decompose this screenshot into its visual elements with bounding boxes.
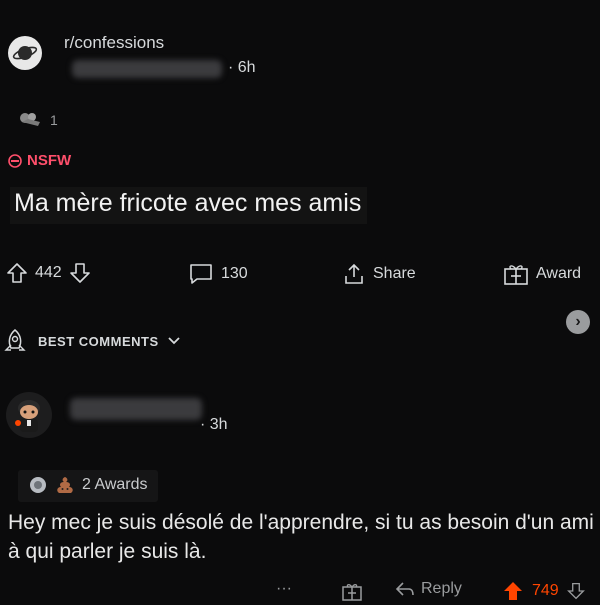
comment-time: · 3h [200, 416, 228, 433]
sort-dropdown[interactable]: BEST COMMENTS [0, 328, 181, 354]
comments-button[interactable]: 130 [188, 262, 248, 286]
next-arrow-button[interactable]: › [566, 310, 590, 334]
upvote-icon[interactable] [6, 262, 28, 284]
rocket-icon [4, 329, 26, 351]
upvote-filled-icon[interactable] [502, 580, 524, 602]
comment-icon [190, 264, 212, 284]
share-label: Share [373, 265, 416, 282]
subreddit-avatar[interactable] [8, 36, 42, 70]
award-label: Award [536, 265, 582, 282]
comment-awards[interactable]: 2 Awards [18, 470, 158, 502]
blurred-commenter-name [70, 398, 202, 420]
snoo-avatar-icon [15, 400, 40, 432]
planet-icon [12, 46, 38, 60]
commenter-avatar[interactable] [6, 392, 52, 438]
share-icon [345, 263, 363, 284]
comment-action-bar: ··· Reply 749 [0, 578, 600, 605]
reply-icon [395, 582, 414, 596]
chevron-down-icon [167, 337, 180, 345]
reply-label: Reply [421, 580, 462, 597]
award-icon [20, 113, 40, 126]
gift-icon [504, 265, 528, 285]
post-award-count: 1 [50, 112, 58, 128]
nsfw-icon [8, 153, 22, 168]
award-button[interactable]: Award [503, 262, 581, 286]
comment-count: 130 [221, 265, 248, 282]
nsfw-tag: NSFW [8, 152, 71, 169]
post-action-bar: 442 130 Share Award [0, 256, 600, 296]
gift-icon[interactable] [341, 580, 363, 602]
reply-button[interactable]: Reply [395, 580, 462, 598]
subreddit-name[interactable]: r/confessions [64, 33, 164, 53]
comment-vote-group: 749 [502, 580, 585, 602]
vote-group: 442 [6, 262, 91, 284]
upvote-count: 442 [35, 264, 62, 281]
silver-award-icon [30, 477, 46, 493]
share-button[interactable]: Share [342, 262, 416, 286]
sort-label: BEST COMMENTS [38, 333, 159, 349]
post-awards[interactable]: 1 [18, 110, 58, 130]
nsfw-label: NSFW [27, 152, 72, 169]
chevron-right-icon: › [575, 313, 581, 330]
blurred-username [72, 60, 222, 78]
downvote-icon[interactable] [69, 262, 91, 284]
comment-awards-label: 2 Awards [82, 476, 148, 493]
comment-text: Hey mec je suis désolé de l'apprendre, s… [8, 511, 594, 563]
downvote-icon[interactable] [566, 580, 585, 602]
post-title[interactable]: Ma mère fricote avec mes amis [10, 187, 368, 224]
post-time: · 6h [228, 59, 256, 76]
poop-award-icon [57, 477, 73, 493]
more-options-icon[interactable]: ··· [276, 580, 292, 598]
comment-vote-count: 749 [532, 582, 559, 599]
